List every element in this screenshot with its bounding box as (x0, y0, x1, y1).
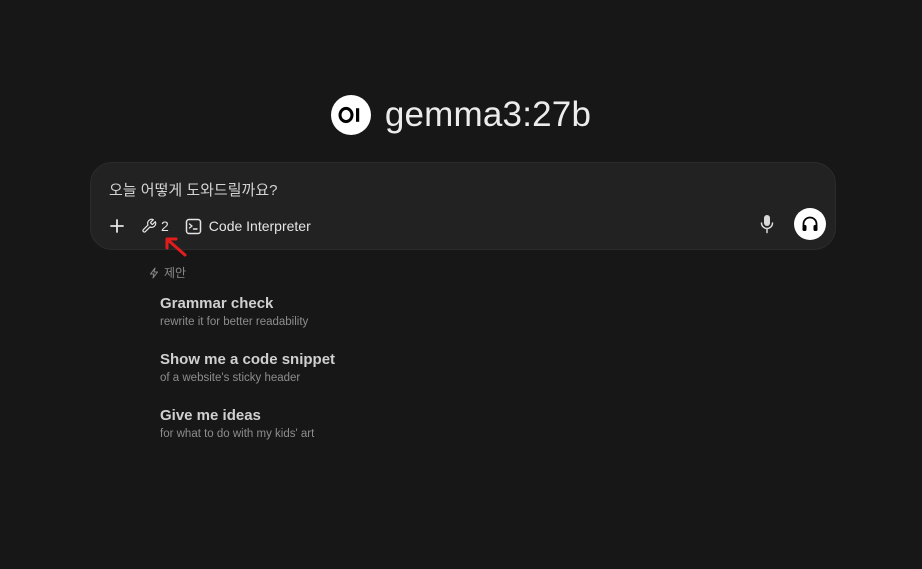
logo-glyph (338, 106, 360, 124)
dictate-button[interactable] (756, 213, 778, 235)
suggestion-grammar-check[interactable]: Grammar check rewrite it for better read… (160, 294, 335, 350)
voice-mode-button[interactable] (794, 208, 826, 240)
suggestion-subtitle: rewrite it for better readability (160, 316, 309, 328)
wrench-icon (142, 218, 157, 233)
suggestions-label: 제안 (164, 266, 187, 280)
annotation-arrow-icon (165, 237, 187, 257)
suggestion-title: Show me a code snippet (160, 351, 336, 368)
model-header: gemma3:27b (0, 95, 922, 135)
suggestion-list: Grammar check rewrite it for better read… (160, 294, 335, 462)
tools-count: 2 (161, 218, 169, 234)
input-actions (756, 208, 826, 240)
suggestion-title: Give me ideas (160, 407, 261, 424)
code-interpreter-label: Code Interpreter (208, 218, 311, 234)
suggestion-subtitle: for what to do with my kids' art (160, 428, 315, 440)
suggestion-subtitle: of a website's sticky header (160, 372, 301, 384)
microphone-icon (760, 215, 774, 234)
code-interpreter-button[interactable]: Code Interpreter (185, 213, 311, 239)
chat-input[interactable]: 오늘 어떻게 도와드릴까요? (109, 179, 277, 200)
suggestion-code-snippet[interactable]: Show me a code snippet of a website's st… (160, 350, 335, 406)
terminal-icon (185, 218, 202, 234)
model-name[interactable]: gemma3:27b (385, 95, 591, 135)
add-button[interactable] (105, 213, 129, 239)
page: gemma3:27b 오늘 어떻게 도와드릴까요? 2 Code Interpr… (0, 0, 922, 569)
lightning-icon (150, 267, 158, 278)
plus-icon (110, 219, 124, 233)
input-toolbar: 2 Code Interpreter (105, 213, 311, 239)
suggestion-title: Grammar check (160, 295, 274, 312)
chat-input-box: 오늘 어떻게 도와드릴까요? 2 Code Interpreter (90, 162, 836, 250)
suggestions-header: 제안 (148, 264, 186, 281)
openwebui-logo (330, 95, 371, 135)
headphones-icon (802, 216, 818, 231)
suggestion-ideas[interactable]: Give me ideas for what to do with my kid… (160, 406, 335, 462)
